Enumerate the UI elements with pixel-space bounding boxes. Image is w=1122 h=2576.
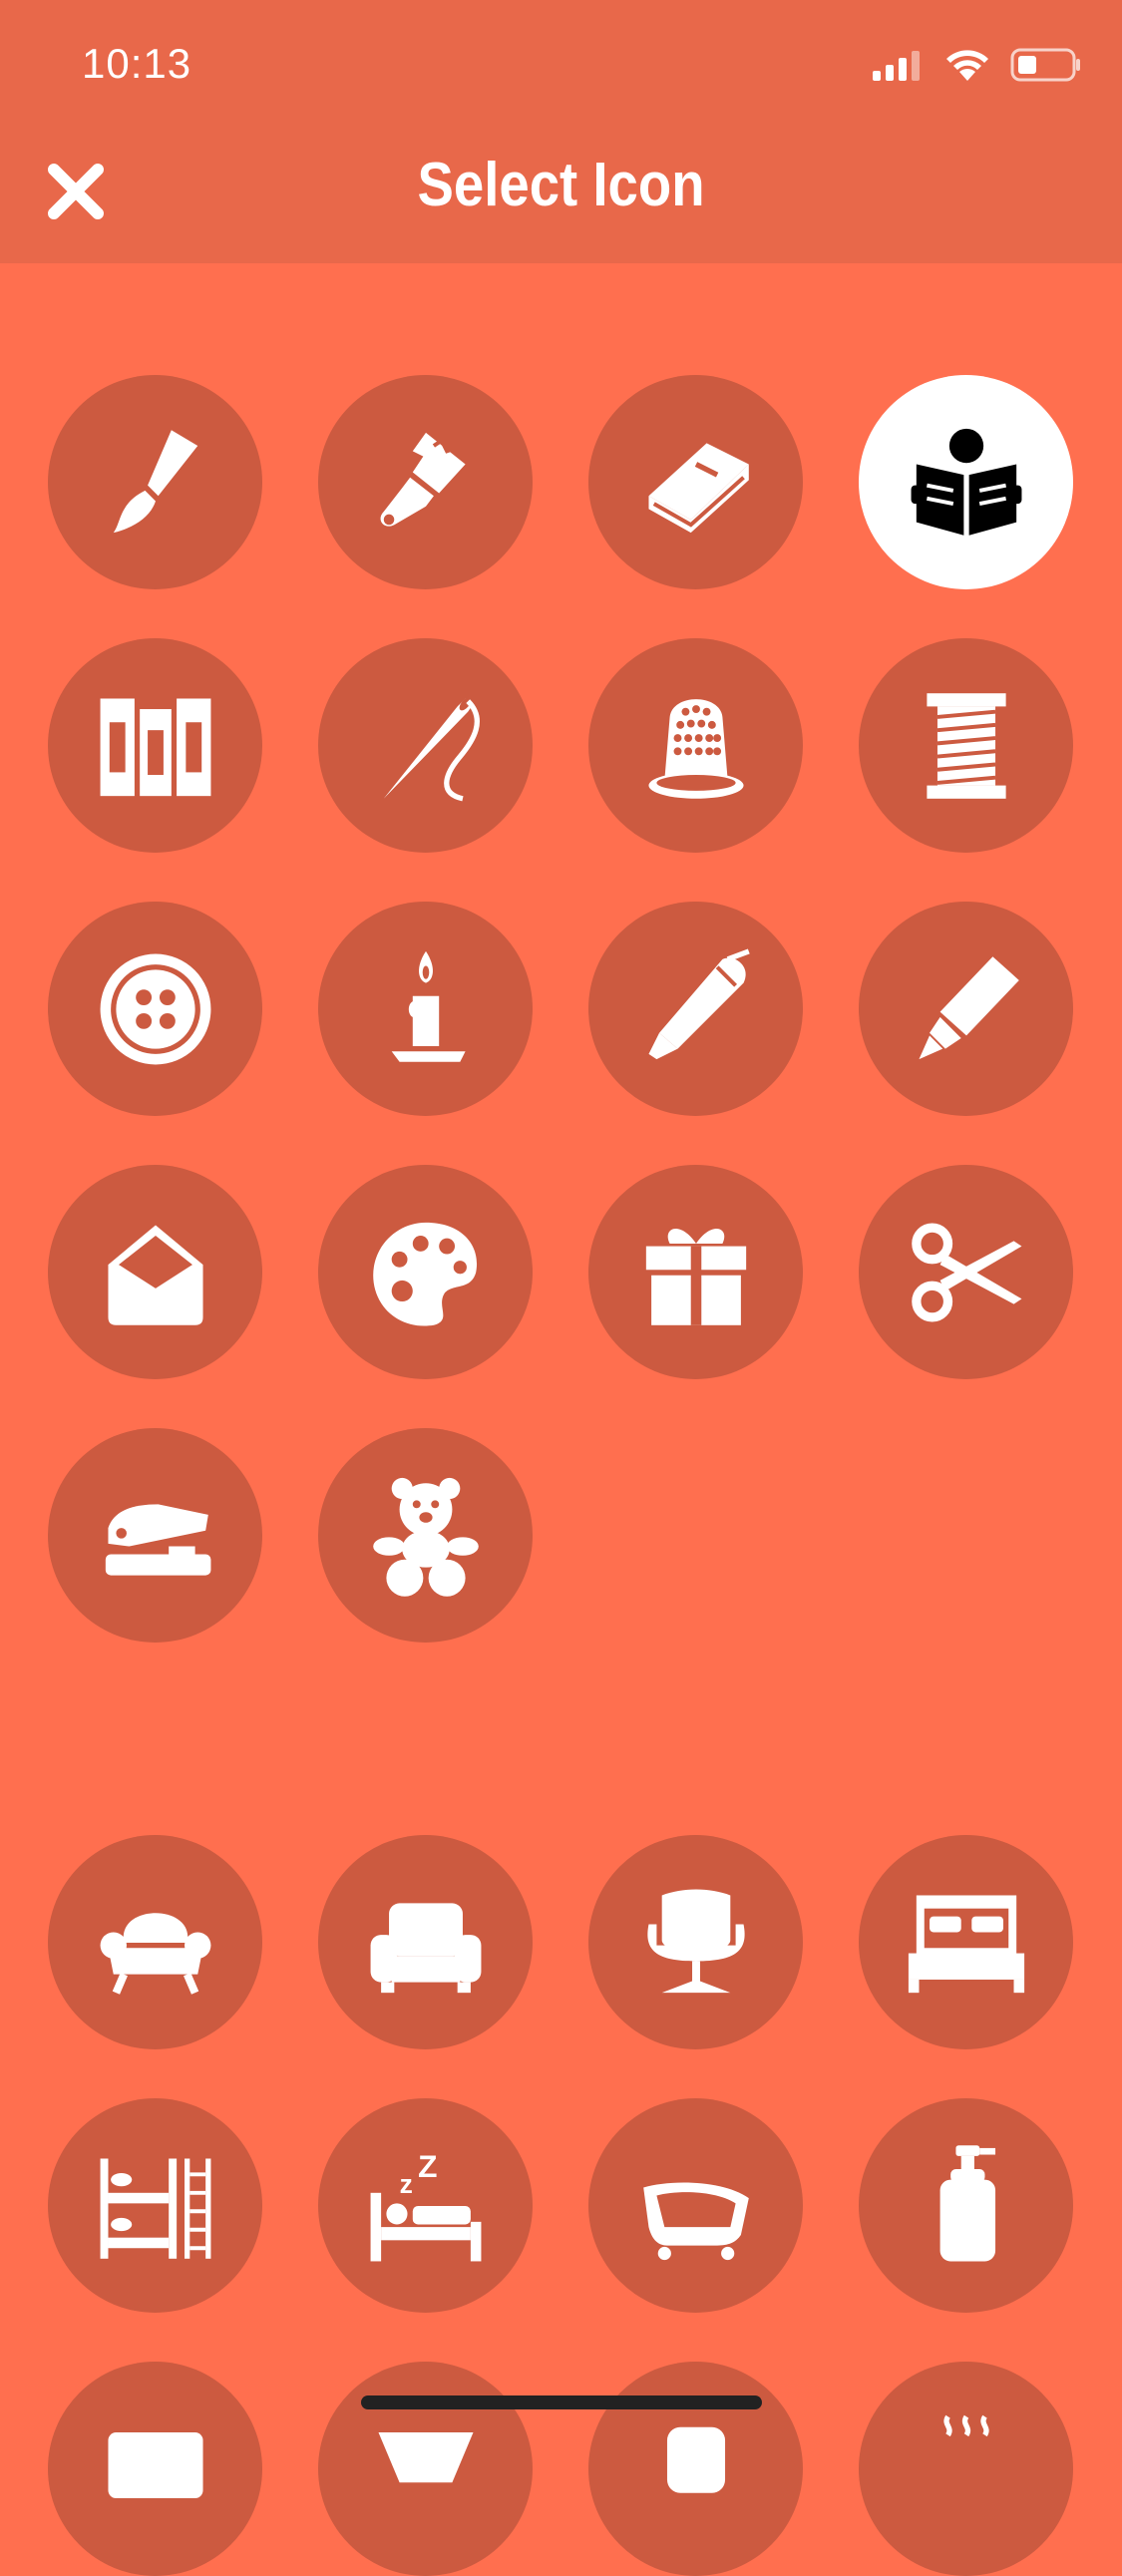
icon-option-button[interactable]	[48, 902, 262, 1116]
icon-option-reading-person[interactable]	[859, 375, 1073, 589]
icon-option-book[interactable]	[588, 375, 803, 589]
icon-option-armchair[interactable]	[48, 1835, 262, 2049]
bed-icon	[908, 1894, 1024, 1993]
icon-option-gift[interactable]	[588, 1165, 803, 1379]
envelope-icon	[107, 1224, 203, 1325]
status-time: 10:13	[82, 40, 192, 87]
icon-option-stapler[interactable]	[48, 1428, 262, 1643]
icon-option-envelope[interactable]	[48, 1165, 262, 1379]
bathtub-icon	[642, 2181, 749, 2260]
icon-option-needle-thread[interactable]	[318, 638, 533, 853]
header: 10:13 Select Icon	[0, 0, 1122, 263]
icon-option-soap-dispenser[interactable]	[859, 2098, 1073, 2313]
icon-option-palette[interactable]	[318, 1165, 533, 1379]
status-icons	[873, 48, 1082, 82]
sleeping-bed-icon: z Z	[370, 2147, 481, 2261]
teddy-bear-icon	[372, 1477, 479, 1597]
icon-option-bathtub[interactable]	[588, 2098, 803, 2313]
swivel-chair-icon	[646, 1889, 745, 1993]
soap-dispenser-icon	[939, 2144, 995, 2261]
icon-option-thimble[interactable]	[588, 638, 803, 853]
icon-option-candle[interactable]	[318, 902, 533, 1116]
highlighter-icon	[918, 955, 1019, 1059]
books-icon	[100, 697, 210, 796]
svg-text:Z: Z	[418, 2147, 437, 2183]
page-title: Select Icon	[417, 151, 705, 219]
icon-option-teddy-bear[interactable]	[318, 1428, 533, 1643]
home-indicator	[361, 2395, 762, 2409]
icon-option-partial-4[interactable]	[859, 2362, 1073, 2576]
wifi-icon	[946, 50, 988, 81]
icon-option-partial-1[interactable]	[48, 2362, 262, 2576]
svg-text:z: z	[399, 2168, 412, 2198]
palette-icon	[372, 1222, 477, 1326]
partial-row-icon-1	[107, 2431, 203, 2498]
book-icon	[647, 442, 749, 533]
thimble-icon	[647, 698, 744, 799]
partial-row-icon-2	[377, 2431, 474, 2482]
icon-option-bunk-bed[interactable]	[48, 2098, 262, 2313]
icon-option-paint-brush-wide[interactable]	[318, 375, 533, 589]
icon-option-scissors[interactable]	[859, 1165, 1073, 1379]
needle-thread-icon	[383, 696, 480, 801]
thread-spool-icon	[926, 692, 1006, 799]
partial-row-icon-4	[942, 2414, 989, 2436]
gift-icon	[645, 1228, 746, 1325]
icon-option-books[interactable]	[48, 638, 262, 853]
sofa-chair-icon	[370, 1902, 481, 1993]
paintbrush-icon	[113, 429, 197, 533]
scissors-icon	[911, 1223, 1021, 1321]
pen-icon	[647, 947, 750, 1059]
icon-option-sleeping-bed[interactable]: z Z	[318, 2098, 533, 2313]
icon-option-partial-2[interactable]	[318, 2362, 533, 2576]
bunk-bed-icon	[100, 2157, 210, 2259]
icon-option-partial-3[interactable]	[588, 2362, 803, 2576]
reading-person-icon	[911, 428, 1021, 536]
icon-option-sofa-chair[interactable]	[318, 1835, 533, 2049]
icon-option-bed[interactable]	[859, 1835, 1073, 2049]
icon-option-paintbrush[interactable]	[48, 375, 262, 589]
paint-brush-wide-icon	[380, 432, 466, 527]
armchair-icon	[100, 1912, 210, 1995]
battery-icon	[1010, 48, 1080, 82]
signal-icon	[873, 51, 920, 81]
icon-option-pen[interactable]	[588, 902, 803, 1116]
icon-option-highlighter[interactable]	[859, 902, 1073, 1116]
icon-grid-furniture: z Z	[48, 1835, 1075, 2576]
stapler-icon	[105, 1503, 210, 1576]
button-icon	[100, 953, 210, 1064]
partial-row-icon-3	[666, 2426, 725, 2493]
icon-grid-hobbies	[48, 375, 1075, 1643]
candle-icon	[391, 950, 466, 1062]
icon-option-swivel-chair[interactable]	[588, 1835, 803, 2049]
icon-option-thread-spool[interactable]	[859, 638, 1073, 853]
